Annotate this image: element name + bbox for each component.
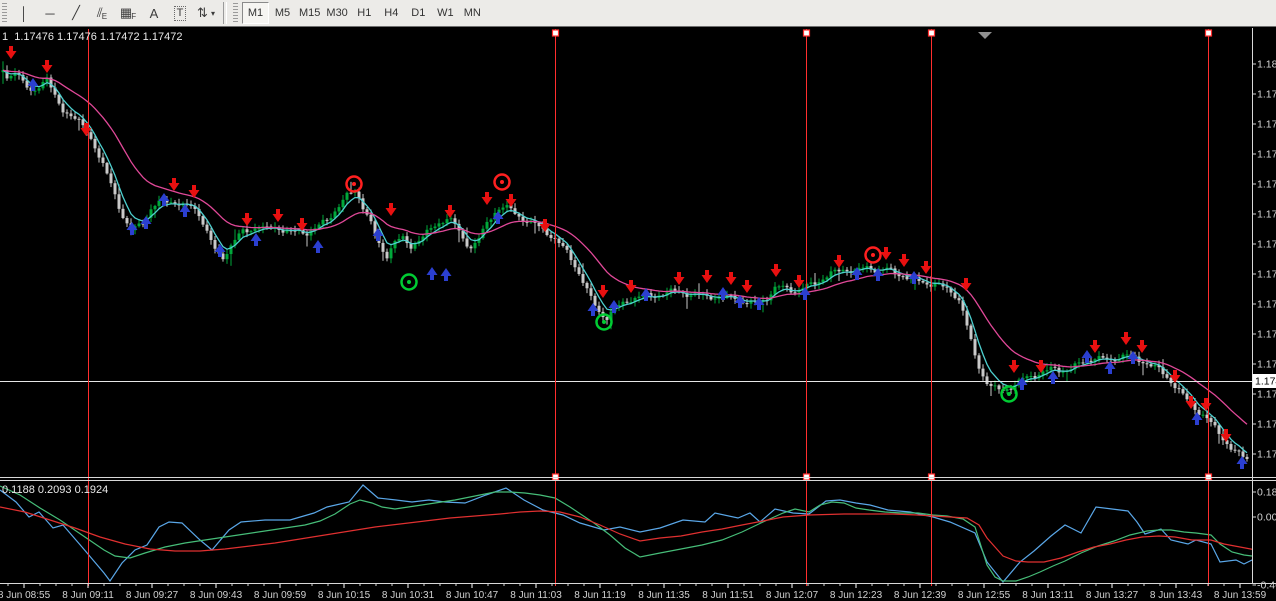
time-axis-label: 8 Jun 10:15	[318, 590, 371, 601]
time-axis-label: 8 Jun 10:31	[382, 590, 435, 601]
text-tool-icon: A	[149, 5, 159, 21]
exit-signal-dot-red	[871, 253, 875, 257]
price-axis-label: 1.1800	[1257, 59, 1276, 71]
timeframe-button-m5[interactable]: M5	[269, 2, 296, 24]
indicator-axis-label: 0.00	[1257, 512, 1276, 524]
trendline-tool-icon: ╱	[72, 5, 80, 20]
timeframe-button-d1[interactable]: D1	[405, 2, 432, 24]
horizontal-line-tool-icon: ─	[45, 5, 55, 21]
exit-signal-dot-red	[500, 180, 504, 184]
indicator-values-readout: 0.1188 0.2093 0.1924	[2, 484, 109, 496]
time-axis-label: 8 Jun 09:27	[126, 590, 179, 601]
time-axis-label: 8 Jun 09:43	[190, 590, 243, 601]
timeframe-button-h1[interactable]: H1	[351, 2, 378, 24]
chart-canvas[interactable]: 1.1800 1.1795 1.1790 1.1785 1.1780 1.1775 1.17…	[0, 28, 1276, 601]
timeframe-button-mn[interactable]: MN	[459, 2, 486, 24]
label-tool[interactable]: T	[167, 2, 193, 24]
trendline-tool[interactable]: ╱	[63, 2, 89, 24]
toolbar-separator	[223, 2, 227, 24]
selection-handle[interactable]	[551, 29, 560, 37]
time-axis-label: 8 Jun 12:23	[830, 590, 883, 601]
time-axis-label: 8 Jun 09:11	[62, 590, 114, 601]
exit-signal-dot-red	[352, 182, 356, 186]
toolbar-grip[interactable]	[233, 3, 238, 23]
indicator-axis-label: 0.1821	[1257, 487, 1276, 499]
time-axis-label: 8 Jun 10:47	[446, 590, 499, 601]
arrows-tool[interactable]: ⇅ ▾	[193, 2, 219, 24]
price-axis-label: 1.1750	[1257, 359, 1276, 371]
timeframe-button-h4[interactable]: H4	[378, 2, 405, 24]
price-axis-label: 1.1760	[1257, 299, 1276, 311]
time-axis-label: 8 Jun 12:55	[958, 590, 1011, 601]
text-tool[interactable]: A	[141, 2, 167, 24]
entry-signal-dot-green	[602, 320, 606, 324]
time-axis-label: 8 Jun 08:55	[0, 590, 51, 601]
chart-area[interactable]: 1 1.17476 1.17476 1.17472 1.17472 0.1188…	[0, 28, 1276, 601]
price-axis-label: 1.1755	[1257, 329, 1276, 341]
horizontal-line-tool[interactable]: ─	[37, 2, 63, 24]
timeframe-button-w1[interactable]: W1	[432, 2, 459, 24]
time-axis-label: 8 Jun 13:59	[1214, 590, 1267, 601]
time-axis-label: 8 Jun 11:35	[638, 590, 690, 601]
price-axis-label: 1.1785	[1257, 149, 1276, 161]
ohlc-readout: 1 1.17476 1.17476 1.17472 1.17472	[2, 31, 183, 43]
time-axis-label: 8 Jun 09:59	[254, 590, 307, 601]
entry-signal-dot-green	[407, 280, 411, 284]
price-axis-label: 1.1735	[1257, 449, 1276, 461]
price-axis-label: 1.1780	[1257, 179, 1276, 191]
time-axis-label: 8 Jun 11:51	[702, 590, 754, 601]
price-axis-label: 1.1790	[1257, 119, 1276, 131]
chart-toolbar: │ ─ ╱ ⫽ E ▦ F A T ⇅ ▾ M1 M5 M15 M30 H1 H4 D1 W1 MN	[0, 0, 1276, 27]
timeframe-button-m30[interactable]: M30	[323, 2, 350, 24]
price-axis-label: 1.1745	[1257, 389, 1276, 401]
time-axis-label: 8 Jun 13:27	[1086, 590, 1139, 601]
entry-signal-dot-green	[1007, 392, 1011, 396]
selection-handle[interactable]	[927, 29, 936, 37]
fibonacci-tool-tag: F	[131, 12, 137, 21]
time-axis-label: 8 Jun 13:11	[1022, 590, 1074, 601]
time-axis-label: 8 Jun 12:39	[894, 590, 947, 601]
price-axis-label: 1.1775	[1257, 209, 1276, 221]
current-price-label: 1.1747	[1255, 376, 1276, 388]
arrows-tool-icon: ⇅	[197, 5, 208, 20]
equidistant-channel-tool[interactable]: ⫽ E	[89, 2, 115, 24]
selection-handle[interactable]	[802, 29, 811, 37]
arrows-tool-dropdown-icon[interactable]: ▾	[211, 9, 215, 18]
trading-terminal-window: │ ─ ╱ ⫽ E ▦ F A T ⇅ ▾ M1 M5 M15 M30 H1 H4 D1 W1 MN 1 1.1747…	[0, 0, 1276, 601]
fibonacci-tool[interactable]: ▦ F	[115, 2, 141, 24]
price-axis-label: 1.1770	[1257, 239, 1276, 251]
time-axis-label: 8 Jun 11:19	[574, 590, 626, 601]
label-tool-icon: T	[173, 5, 187, 21]
time-axis-label: 8 Jun 13:43	[1150, 590, 1203, 601]
timeframe-button-m15[interactable]: M15	[296, 2, 323, 24]
toolbar-grip[interactable]	[2, 3, 7, 23]
timeframe-button-m1[interactable]: M1	[242, 2, 269, 24]
time-axis-label: 8 Jun 11:03	[510, 590, 562, 601]
price-axis-label: 1.1740	[1257, 419, 1276, 431]
equidistant-channel-tool-tag: E	[101, 12, 108, 21]
vertical-line-tool[interactable]: │	[11, 2, 37, 24]
time-axis-label: 8 Jun 12:07	[766, 590, 819, 601]
price-axis-label: 1.1795	[1257, 89, 1276, 101]
price-axis-label: 1.1765	[1257, 269, 1276, 281]
vertical-line-tool-icon: │	[19, 5, 29, 21]
selection-handle[interactable]	[1204, 29, 1213, 37]
